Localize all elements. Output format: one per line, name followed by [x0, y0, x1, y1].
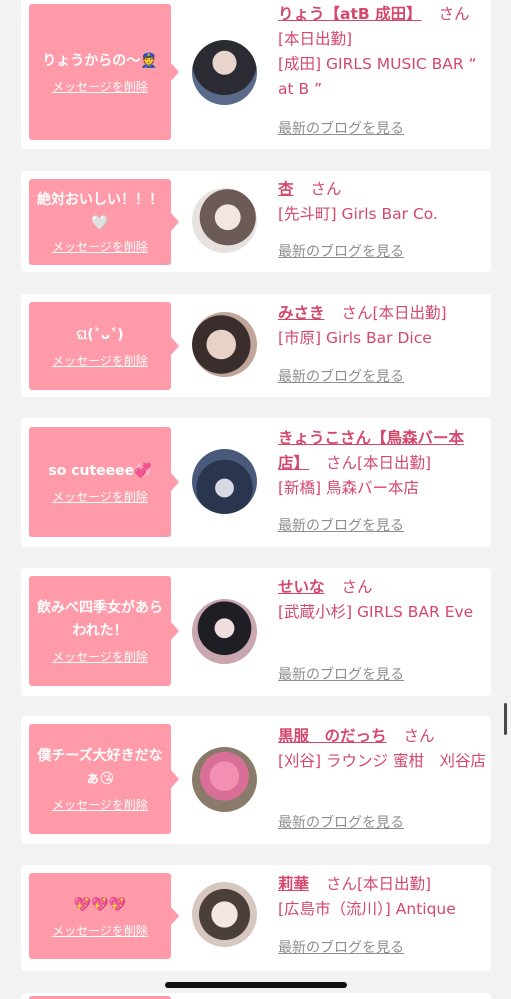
delete-message-link[interactable]: メッセージを削除 — [52, 923, 148, 939]
latest-blog-link[interactable]: 最新のブログを見る — [278, 242, 404, 262]
cast-info: きょうこさん【鳥森バー本店】 さん[本日出勤] [新橋] 鳥森バー本店 — [278, 426, 488, 501]
cast-info: 黒服 のだっち さん [刈谷] ラウンジ 蜜柑 刈谷店 — [278, 724, 488, 774]
message-bubble: 絶対おいしい！！！🤍 メッセージを削除 — [29, 179, 179, 265]
shop-name: [広島市（流川）] Antique — [278, 900, 456, 918]
message-bubble: 飲みべ四季女があらわれた！ メッセージを削除 — [29, 576, 179, 686]
scrollbar[interactable] — [504, 703, 507, 735]
cast-info: りょう【atB 成田】 さん [本日出勤] [成田] GIRLS MUSIC B… — [278, 2, 488, 102]
avatar[interactable] — [192, 312, 257, 377]
message-text: りょうからの〜👮 — [42, 52, 158, 69]
message-card: 飲みべ四季女があらわれた！ メッセージを削除 せいな さん [武蔵小杉] GIR… — [21, 568, 491, 696]
message-card: 絶対おいしい！！！🤍 メッセージを削除 杏 さん [先斗町] Girls Bar… — [21, 171, 491, 272]
honorific: さん — [438, 5, 470, 23]
cast-name-link[interactable]: 黒服 のだっち — [278, 727, 387, 745]
honorific: さん — [341, 578, 373, 596]
delete-message-link[interactable]: メッセージを削除 — [52, 797, 148, 813]
honorific: さん — [325, 454, 357, 472]
shop-name: [刈谷] ラウンジ 蜜柑 刈谷店 — [278, 752, 486, 770]
avatar[interactable] — [192, 188, 257, 253]
message-text: 飲みべ四季女があらわれた！ — [37, 600, 163, 639]
message-text: 僕チーズ大好きだなぁ😘 — [37, 748, 163, 787]
message-bubble: 💖💖💖 メッセージを削除 — [29, 873, 179, 959]
home-indicator[interactable] — [165, 982, 347, 988]
cast-info: みさき さん[本日出勤] [市原] Girls Bar Dice — [278, 301, 488, 351]
message-card: りょうからの〜👮 メッセージを削除 りょう【atB 成田】 さん [本日出勤] … — [21, 0, 491, 149]
avatar[interactable] — [192, 599, 257, 664]
avatar[interactable] — [192, 449, 257, 514]
shop-name: [新橋] 鳥森バー本店 — [278, 479, 420, 497]
cast-info: せいな さん [武蔵小杉] GIRLS BAR Eve — [278, 575, 488, 625]
honorific: さん — [325, 875, 357, 893]
latest-blog-link[interactable]: 最新のブログを見る — [278, 516, 404, 536]
work-status: [本日出勤] — [278, 30, 353, 48]
cast-name-link[interactable]: りょう【atB 成田】 — [278, 5, 422, 23]
message-bubble: りょうからの〜👮 メッセージを削除 — [29, 4, 179, 140]
avatar[interactable] — [192, 40, 257, 105]
cast-name-link[interactable]: 杏 — [278, 180, 294, 198]
work-status: [本日出勤] — [356, 454, 432, 472]
delete-message-link[interactable]: メッセージを削除 — [52, 649, 148, 665]
message-bubble: ଘ(˃ᴗ˂) メッセージを削除 — [29, 302, 179, 390]
message-bubble: so cuteeee💞 メッセージを削除 — [29, 427, 179, 537]
shop-name: [武蔵小杉] GIRLS BAR Eve — [278, 603, 474, 621]
delete-message-link[interactable]: メッセージを削除 — [52, 79, 148, 95]
message-card — [21, 993, 491, 999]
message-card: 僕チーズ大好きだなぁ😘 メッセージを削除 黒服 のだっち さん [刈谷] ラウン… — [21, 716, 491, 844]
message-card: ଘ(˃ᴗ˂) メッセージを削除 みさき さん[本日出勤] [市原] Girls … — [21, 294, 491, 397]
cast-name-link[interactable]: 莉華 — [278, 875, 309, 893]
avatar[interactable] — [192, 882, 257, 947]
message-card: 💖💖💖 メッセージを削除 莉華 さん[本日出勤] [広島市（流川）] Antiq… — [21, 865, 491, 971]
cast-name-link[interactable]: みさき — [278, 304, 325, 322]
latest-blog-link[interactable]: 最新のブログを見る — [278, 119, 404, 139]
work-status: [本日出勤] — [356, 875, 432, 893]
latest-blog-link[interactable]: 最新のブログを見る — [278, 938, 404, 958]
latest-blog-link[interactable]: 最新のブログを見る — [278, 665, 404, 685]
message-text: so cuteeee💞 — [48, 462, 152, 479]
honorific: さん — [403, 727, 435, 745]
honorific: さん — [310, 180, 342, 198]
delete-message-link[interactable]: メッセージを削除 — [52, 353, 148, 369]
latest-blog-link[interactable]: 最新のブログを見る — [278, 367, 404, 387]
message-card: so cuteeee💞 メッセージを削除 きょうこさん【鳥森バー本店】 さん[本… — [21, 418, 491, 547]
shop-name: [先斗町] Girls Bar Co. — [278, 205, 438, 223]
message-text: 💖💖💖 — [73, 896, 127, 913]
avatar[interactable] — [192, 747, 257, 812]
cast-info: 莉華 さん[本日出勤] [広島市（流川）] Antique — [278, 872, 488, 922]
message-bubble: 僕チーズ大好きだなぁ😘 メッセージを削除 — [29, 724, 179, 834]
shop-name: [市原] Girls Bar Dice — [278, 329, 432, 347]
honorific: さん — [341, 304, 373, 322]
cast-name-link[interactable]: せいな — [278, 578, 325, 596]
delete-message-link[interactable]: メッセージを削除 — [52, 239, 148, 255]
cast-info: 杏 さん [先斗町] Girls Bar Co. — [278, 177, 488, 227]
delete-message-link[interactable]: メッセージを削除 — [52, 489, 148, 505]
message-text: ଘ(˃ᴗ˂) — [76, 326, 124, 343]
message-text: 絶対おいしい！！！🤍 — [37, 192, 163, 231]
shop-name: [成田] GIRLS MUSIC BAR “ at B ” — [278, 55, 477, 98]
work-status: [本日出勤] — [372, 304, 447, 322]
latest-blog-link[interactable]: 最新のブログを見る — [278, 813, 404, 833]
